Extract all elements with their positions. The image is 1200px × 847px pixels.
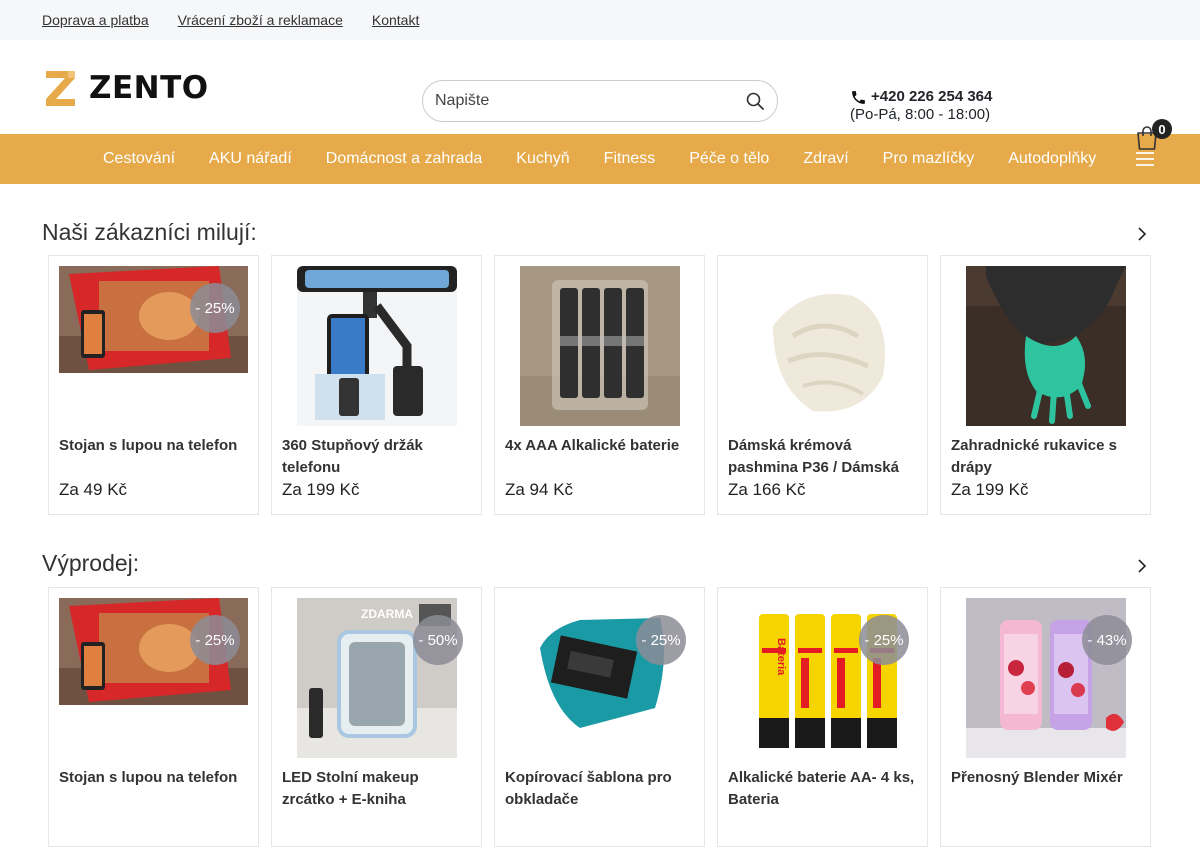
search-icon[interactable] <box>745 91 765 111</box>
discount-badge: - 25% <box>190 283 240 333</box>
car-mirror-phone-holder-image <box>296 266 457 426</box>
product-carousel-favorites: - 25% Stojan s lupou na telefon Za 49 Kč… <box>48 255 1163 515</box>
product-card[interactable]: Dámská krémová pashmina P36 / Dámská Za … <box>717 255 928 515</box>
nav-item-health[interactable]: Zdraví <box>786 150 865 168</box>
product-price: Za 199 Kč <box>282 480 360 499</box>
nav-item-pets[interactable]: Pro mazlíčky <box>866 150 992 168</box>
product-image[interactable] <box>951 266 1140 426</box>
link-returns-complaints[interactable]: Vrácení zboží a reklamace <box>178 12 343 28</box>
product-card[interactable]: - 43% Přenosný Blender Mixér <box>940 587 1151 847</box>
hamburger-menu-icon[interactable] <box>1135 151 1155 167</box>
product-name[interactable]: Alkalické baterie AA- 4 ks, Bateria <box>728 767 918 811</box>
nav-item-travel[interactable]: Cestování <box>86 150 192 168</box>
section-title-favorites: Naši zákazníci milují: <box>42 219 257 245</box>
product-card[interactable]: - 25% Kopírovací šablona pro obkladače <box>494 587 705 847</box>
phone-text: +420 226 254 364 <box>871 88 993 105</box>
phone-icon <box>852 90 865 104</box>
nav-item-fitness[interactable]: Fitness <box>587 150 673 168</box>
product-price: Za 94 Kč <box>505 480 574 499</box>
product-name[interactable]: 4x AAA Alkalické baterie <box>505 435 695 479</box>
product-name[interactable]: Kopírovací šablona pro obkladače <box>505 767 695 811</box>
product-name[interactable]: Stojan s lupou na telefon <box>59 767 249 811</box>
search-input[interactable] <box>435 92 745 110</box>
main-nav: Cestování AKU nářadí Domácnost a zahrada… <box>0 134 1200 184</box>
nav-item-body-care[interactable]: Péče o tělo <box>672 150 786 168</box>
product-image[interactable] <box>728 266 917 426</box>
product-price: Za 199 Kč <box>951 480 1029 499</box>
zento-logo-icon <box>46 70 75 106</box>
nav-item-kitchen[interactable]: Kuchyň <box>499 150 586 168</box>
cream-pashmina-image <box>742 266 903 426</box>
product-name[interactable]: 360 Stupňový držák telefonu <box>282 435 472 479</box>
discount-badge: - 25% <box>190 615 240 665</box>
header: ZENTO +420 226 254 364 (Po-Pá, 8:00 - 18… <box>0 40 1200 150</box>
discount-badge: - 25% <box>636 615 686 665</box>
aaa-batteries-image <box>519 266 680 426</box>
section-title-sale: Výprodej: <box>42 550 140 576</box>
discount-badge: - 25% <box>859 615 909 665</box>
product-name[interactable]: Zahradnické rukavice s drápy <box>951 435 1141 479</box>
link-contact[interactable]: Kontakt <box>372 12 419 28</box>
product-card[interactable]: 360 Stupňový držák telefonu Za 199 Kč <box>271 255 482 515</box>
product-price: Za 49 Kč <box>59 480 128 499</box>
product-name[interactable]: Přenosný Blender Mixér <box>951 767 1141 811</box>
nav-item-home-garden[interactable]: Domácnost a zahrada <box>309 150 500 168</box>
product-card[interactable]: Bateria - 25% Alkalické baterie AA- 4 ks… <box>717 587 928 847</box>
battery-label-text: Bateria <box>775 638 787 676</box>
product-card[interactable]: - 25% Stojan s lupou na telefon Za 49 Kč <box>48 255 259 515</box>
product-name[interactable]: LED Stolní makeup zrcátko + E-kniha ZDAR… <box>282 767 472 811</box>
product-card[interactable]: ZDARMA - 50% LED Stolní makeup zrcátko +… <box>271 587 482 847</box>
cart-count-badge: 0 <box>1152 119 1172 139</box>
product-card[interactable]: - 25% Stojan s lupou na telefon <box>48 587 259 847</box>
product-name[interactable]: Dámská krémová pashmina P36 / Dámská <box>728 435 918 479</box>
logo-text: ZENTO <box>89 70 209 106</box>
opening-hours: (Po-Pá, 8:00 - 18:00) <box>850 106 991 123</box>
chevron-right-icon[interactable] <box>1136 558 1148 574</box>
product-image[interactable] <box>282 266 471 426</box>
discount-badge: - 43% <box>1082 615 1132 665</box>
contact-info: +420 226 254 364 (Po-Pá, 8:00 - 18:00) <box>850 88 992 124</box>
logo[interactable]: ZENTO <box>46 70 209 106</box>
product-card[interactable]: Zahradnické rukavice s drápy Za 199 Kč <box>940 255 1151 515</box>
product-name[interactable]: Stojan s lupou na telefon <box>59 435 249 479</box>
product-price: Za 166 Kč <box>728 480 806 499</box>
mirror-image-text: ZDARMA <box>361 607 413 621</box>
product-carousel-sale: - 25% Stojan s lupou na telefon ZDARMA -… <box>48 587 1163 847</box>
garden-claw-gloves-image <box>965 266 1126 426</box>
nav-item-cordless-tools[interactable]: AKU nářadí <box>192 150 309 168</box>
discount-badge: - 50% <box>413 615 463 665</box>
top-bar: Doprava a platba Vrácení zboží a reklama… <box>0 0 1200 40</box>
link-shipping-payment[interactable]: Doprava a platba <box>42 12 149 28</box>
nav-item-car-accessories[interactable]: Autodoplňky <box>991 150 1113 168</box>
search-box <box>422 80 778 122</box>
chevron-right-icon[interactable] <box>1136 226 1148 242</box>
product-image[interactable] <box>505 266 694 426</box>
cart-button[interactable]: 0 <box>1134 119 1174 153</box>
phone-number[interactable]: +420 226 254 364 <box>850 88 992 106</box>
product-card[interactable]: 4x AAA Alkalické baterie Za 94 Kč <box>494 255 705 515</box>
